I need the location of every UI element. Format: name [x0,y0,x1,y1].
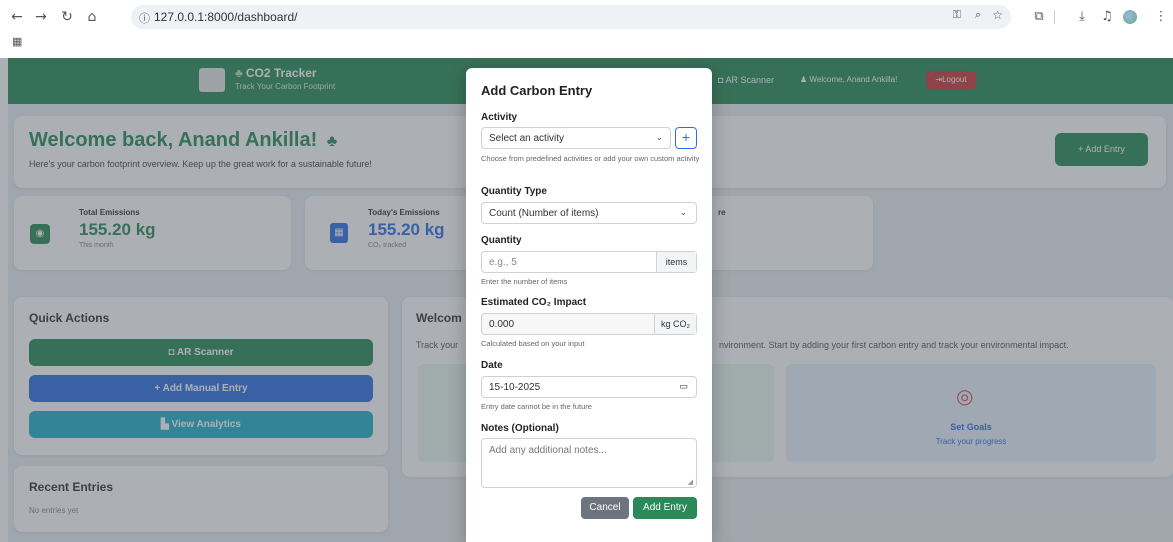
impact-value: 0.000 [489,319,515,330]
quantity-type-select[interactable]: Count (Number of items) ⌄ [481,202,697,224]
profile-avatar[interactable] [1123,10,1137,24]
quantity-label: Quantity [481,235,522,246]
extensions-icon[interactable]: ⧉ [1030,8,1048,26]
apps-grid-icon[interactable]: ▦ [12,36,24,48]
quantity-help: Enter the number of items [481,277,568,286]
quantity-placeholder: e.g., 5 [489,257,517,268]
add-custom-activity-button[interactable]: + [675,127,697,149]
date-help: Entry date cannot be in the future [481,402,592,411]
browser-menu-icon[interactable]: ⋮ [1152,8,1170,26]
back-icon[interactable]: ← [8,8,26,26]
toolbar-divider [1054,10,1055,24]
home-icon[interactable]: ⌂ [83,8,101,26]
add-carbon-entry-modal: Add Carbon Entry Activity Select an acti… [466,68,712,542]
chevron-down-icon: ⌄ [679,207,687,217]
key-icon[interactable]: ⚿ [953,9,961,22]
browser-chrome: ← → ↻ ⌂ ⓘ 127.0.0.1:8000/dashboard/ ⚿ ⌕ … [0,0,1173,58]
impact-unit: kg CO₂ [654,314,696,334]
modal-title: Add Carbon Entry [481,83,593,98]
url-text: 127.0.0.1:8000/dashboard/ [154,10,298,24]
activity-select-value: Select an activity [489,133,565,144]
quantity-input[interactable]: e.g., 5 items [481,251,697,273]
date-input[interactable]: 15-10-2025 ▭ [481,376,697,398]
activity-label: Activity [481,112,518,123]
date-value: 15-10-2025 [489,382,541,393]
impact-field: 0.000 kg CO₂ [481,313,697,335]
bookmark-star-icon[interactable]: ☆ [992,8,1003,22]
notes-label: Notes (Optional) [481,423,559,434]
cancel-button[interactable]: Cancel [581,497,629,519]
quantity-unit: items [656,252,696,272]
activity-select[interactable]: Select an activity ⌄ [481,127,671,149]
quantity-type-label: Quantity Type [481,186,547,197]
site-info-icon[interactable]: ⓘ [139,10,150,26]
notes-placeholder: Add any additional notes... [489,445,607,456]
media-icon[interactable]: ♫ [1098,8,1116,26]
impact-help: Calculated based on your input [481,339,585,348]
zoom-icon[interactable]: ⌕ [975,9,981,22]
forward-icon[interactable]: → [32,8,50,26]
date-label: Date [481,360,503,371]
download-icon[interactable]: ⤓ [1073,8,1091,26]
address-bar[interactable]: ⓘ 127.0.0.1:8000/dashboard/ ⚿ ⌕ ☆ [131,5,1011,29]
impact-label: Estimated CO₂ Impact [481,297,587,308]
resize-handle-icon[interactable]: ◢ [688,478,693,486]
activity-help: Choose from predefined activities or add… [481,154,700,163]
notes-textarea[interactable]: Add any additional notes... ◢ [481,438,697,488]
chevron-down-icon: ⌄ [655,132,663,142]
submit-add-entry-button[interactable]: Add Entry [633,497,697,519]
reload-icon[interactable]: ↻ [58,8,76,26]
quantity-type-value: Count (Number of items) [489,208,599,219]
calendar-icon[interactable]: ▭ [679,381,688,392]
